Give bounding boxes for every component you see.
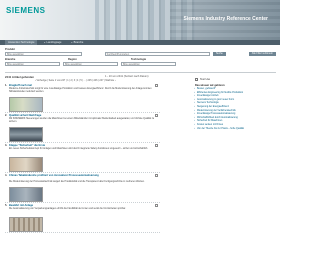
pagination[interactable]: ‹ Vorherige | Seite 1 von 247 | 1 | 2 | … [35, 79, 116, 82]
item-thumbnail[interactable] [9, 127, 43, 142]
list-item[interactable]: 1. Brugkoff nach mal Moderne Antriebstec… [5, 83, 160, 113]
result-list: 1. Brugkoff nach mal Moderne Antriebstec… [5, 83, 160, 233]
compare-checkbox[interactable] [155, 84, 158, 87]
technologie-select[interactable]: Bitte auswählen [121, 62, 176, 66]
triangle-right-icon: ▸ [44, 42, 46, 44]
produkt-label: Produkt [5, 48, 15, 51]
item-thumbnail[interactable] [9, 217, 43, 232]
list-item[interactable]: 4. Chinas Tabakindustrie profitiert von … [5, 173, 160, 203]
branche-select[interactable]: Bitte auswählen [5, 62, 60, 66]
site-title: Siemens Industry Reference Center [183, 16, 268, 22]
keyword-input[interactable]: Suchbegriff eingeben [104, 52, 210, 56]
list-item[interactable]: 5. Bewährt mit Anlage Die Automatisierun… [5, 203, 160, 233]
compare-checkbox[interactable] [155, 114, 158, 117]
item-number: 3. [5, 144, 8, 147]
item-number: 4. [5, 174, 8, 177]
technologie-label: Technologie [131, 58, 147, 61]
item-description: Moderne Antriebstechnik sorgt für eine z… [9, 88, 152, 93]
header-banner: SIEMENS Siemens Industry Reference Cente… [0, 0, 280, 40]
sidebar-link[interactable]: Von der Theorie bis zur Praxis – hohe Qu… [194, 128, 275, 132]
region-select[interactable]: Bitte auswählen [63, 62, 118, 66]
test-use-label: Test Use [200, 78, 211, 81]
search-button[interactable]: Suche [212, 52, 226, 56]
nav-item-label: Branche [73, 41, 84, 44]
sidebar-header: Das wissen wir gehören [195, 84, 225, 87]
result-count: 2441 Artikel gefunden [5, 75, 34, 79]
item-title[interactable]: Qualität sichert Nachfrage [9, 114, 41, 117]
nav-item-branche[interactable]: ▸Branche [69, 40, 87, 45]
list-item[interactable]: 2. Qualität sichert Nachfrage Mit SINUME… [5, 113, 160, 143]
item-thumbnail[interactable] [9, 187, 43, 202]
item-number: 5. [5, 204, 8, 207]
compare-checkbox[interactable] [155, 174, 158, 177]
siemens-logo[interactable]: SIEMENS [6, 6, 46, 15]
compare-checkbox[interactable] [155, 144, 158, 147]
produkt-select[interactable]: Bitte auswählen [5, 52, 82, 56]
item-title[interactable]: Klappe "Sicherheit" die Erste [9, 144, 45, 147]
item-number: 2. [5, 114, 8, 117]
item-title[interactable]: Chinas Tabakindustrie profitiert von inn… [9, 174, 99, 177]
compare-checkbox[interactable] [155, 204, 158, 207]
region-label: Region [68, 58, 77, 61]
item-thumbnail[interactable] [9, 157, 43, 172]
triangle-right-icon: ▸ [71, 42, 73, 44]
search-filters: Produkt Bitte auswählen Suchbegriff eing… [5, 48, 276, 66]
item-description: Ein neues Sicherheitskonzept für Anlagen… [9, 148, 148, 150]
item-title[interactable]: Brugkoff nach mal [9, 84, 32, 87]
advanced-filter-button[interactable]: Alle Filter verfeinern [248, 52, 276, 56]
item-title[interactable]: Bewährt mit Anlage [9, 204, 33, 207]
list-item[interactable]: 3. Klappe "Sicherheit" die Erste Ein neu… [5, 143, 160, 173]
main-nav: Anwender-Technologie ▸Landingpage ▸Branc… [0, 40, 280, 45]
item-thumbnail[interactable] [9, 97, 43, 112]
nav-item-anwender[interactable]: Anwender-Technologie [5, 40, 38, 45]
sidebar: Test Use Das wissen wir gehören Besser „… [194, 78, 275, 132]
item-number: 1. [5, 84, 8, 87]
nav-item-label: Anwender-Technologie [8, 41, 35, 44]
test-use-checkbox[interactable] [195, 78, 198, 81]
sort-info: 1 - 10 von 2441 (Sortiert nach Datum) [105, 75, 149, 78]
nav-item-label: Landingpage [46, 41, 62, 44]
test-use-toggle[interactable]: Test Use [195, 78, 275, 81]
item-description: Die Automatisierung von Verpackungsanlag… [9, 208, 126, 210]
nav-item-landingpage[interactable]: ▸Landingpage [41, 40, 64, 45]
item-description: Die Modernisierung der Prozessleittechni… [9, 181, 145, 183]
item-description: Mit SINUMERIK Steuerungen wurden die Mas… [9, 118, 155, 123]
